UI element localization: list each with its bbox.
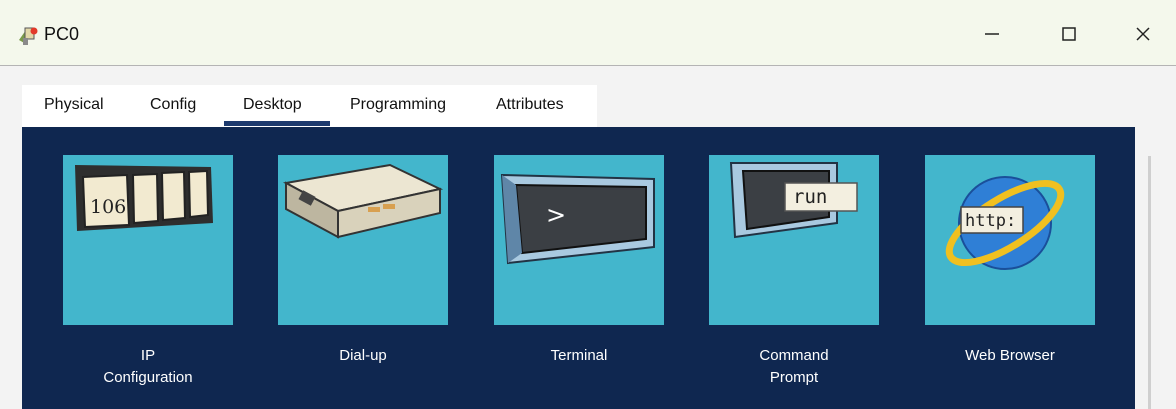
terminal-label[interactable]: Terminal (479, 345, 679, 367)
window-title: PC0 (44, 24, 80, 44)
minimize-button[interactable] (969, 14, 1015, 54)
ip-configuration-label[interactable]: IP Configuration (48, 345, 248, 389)
active-tab-indicator (224, 121, 330, 126)
web-browser-icon: http: (945, 176, 1065, 270)
terminal-tile[interactable]: > (494, 155, 664, 325)
pc-device-icon (19, 27, 38, 45)
tab-programming[interactable]: Programming (350, 85, 446, 127)
web-browser-label[interactable]: Web Browser (910, 345, 1110, 367)
ip-icon-number: 106 (90, 196, 126, 218)
close-icon (1136, 27, 1150, 41)
dial-up-label[interactable]: Dial-up (263, 345, 463, 367)
web-browser-tile[interactable]: http: (925, 155, 1095, 325)
desktop-panel: 106 IP Configuration Dial-up > Terminal … (22, 127, 1135, 409)
ip-configuration-tile[interactable]: 106 (63, 155, 233, 325)
device-dialog-body: Physical Config Desktop Programming Attr… (0, 66, 1176, 409)
tab-config[interactable]: Config (150, 85, 196, 127)
close-button[interactable] (1120, 14, 1166, 54)
terminal-prompt-glyph: > (546, 201, 566, 229)
ip-configuration-icon: 106 (75, 165, 213, 231)
maximize-icon (1062, 27, 1076, 41)
dial-up-modem-icon (282, 163, 444, 239)
tab-physical[interactable]: Physical (44, 85, 104, 127)
tab-attributes[interactable]: Attributes (496, 85, 564, 127)
command-prompt-run-text: run (793, 186, 827, 208)
dial-up-tile[interactable] (278, 155, 448, 325)
command-prompt-icon: run (729, 162, 858, 239)
web-browser-http-text: http: (965, 211, 1016, 231)
command-prompt-label[interactable]: Command Prompt (694, 345, 894, 389)
command-prompt-tile[interactable]: run (709, 155, 879, 325)
maximize-button[interactable] (1046, 14, 1092, 54)
title-bar: PC0 (0, 0, 1176, 66)
terminal-icon: > (500, 173, 655, 265)
scrollbar[interactable] (1148, 156, 1151, 409)
tab-bar: Physical Config Desktop Programming Attr… (22, 85, 597, 127)
minimize-icon (985, 33, 999, 35)
